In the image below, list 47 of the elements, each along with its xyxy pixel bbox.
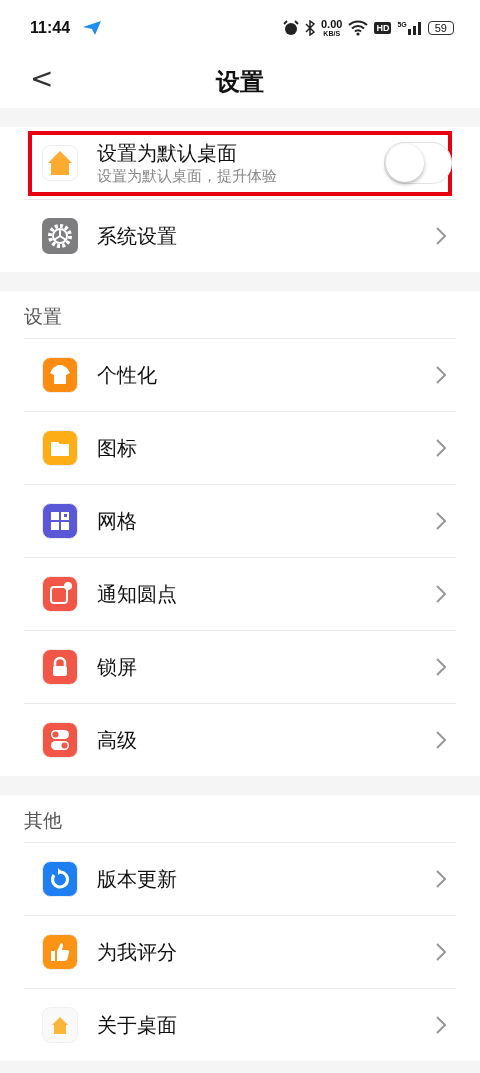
setting-row[interactable]: 图标 [24,412,456,485]
setting-row[interactable]: 设置为默认桌面 设置为默认桌面，提升体验 [24,127,456,200]
setting-label: 为我评分 [97,938,178,966]
setting-row[interactable]: 网格 [24,485,456,558]
house-icon [42,145,78,181]
hd-badge: HD [374,22,392,34]
wifi-icon [348,20,369,36]
alarm-icon [283,20,299,36]
setting-label: 图标 [97,434,138,462]
chevron-right-icon [436,943,446,961]
setting-label: 关于桌面 [97,1011,178,1039]
chevron-right-icon [436,227,446,245]
setting-row[interactable]: 为我评分 [24,916,456,989]
setting-label: 系统设置 [97,222,178,250]
chevron-right-icon [436,1016,446,1034]
chevron-right-icon [436,870,446,888]
chevron-right-icon [436,731,446,749]
paper-plane-icon [82,20,103,36]
setting-row[interactable]: 个性化 [24,339,456,412]
setting-label: 锁屏 [97,653,138,681]
page-title: 设置 [216,67,264,98]
setting-label: 设置为默认桌面 [97,140,238,167]
setting-label: 个性化 [97,361,158,389]
setting-description: 设置为默认桌面，提升体验 [97,167,278,186]
setting-row[interactable]: 版本更新 [24,843,456,916]
chevron-right-icon [436,512,446,530]
chevron-right-icon [436,658,446,676]
status-time: 11:44 [30,19,71,37]
setting-label: 通知圆点 [97,580,178,608]
setting-row[interactable]: 高级 [24,704,456,776]
section-header: 设置 [24,291,456,339]
setting-label: 高级 [97,726,138,754]
battery-indicator: 59 [427,21,454,35]
setting-label: 网格 [97,507,138,535]
toggle-switch[interactable] [384,142,452,184]
setting-row[interactable]: 锁屏 [24,631,456,704]
setting-label: 版本更新 [97,865,178,893]
gear-icon [42,218,78,254]
chevron-right-icon [436,585,446,603]
chevron-right-icon [436,366,446,384]
setting-row[interactable]: 关于桌面 [24,989,456,1061]
back-button[interactable]: < [26,62,58,95]
chevron-right-icon [436,439,446,457]
setting-row[interactable]: 系统设置 [24,200,456,272]
section-header: 其他 [24,795,456,843]
bluetooth-icon [305,20,315,36]
setting-row[interactable]: 通知圆点 [24,558,456,631]
